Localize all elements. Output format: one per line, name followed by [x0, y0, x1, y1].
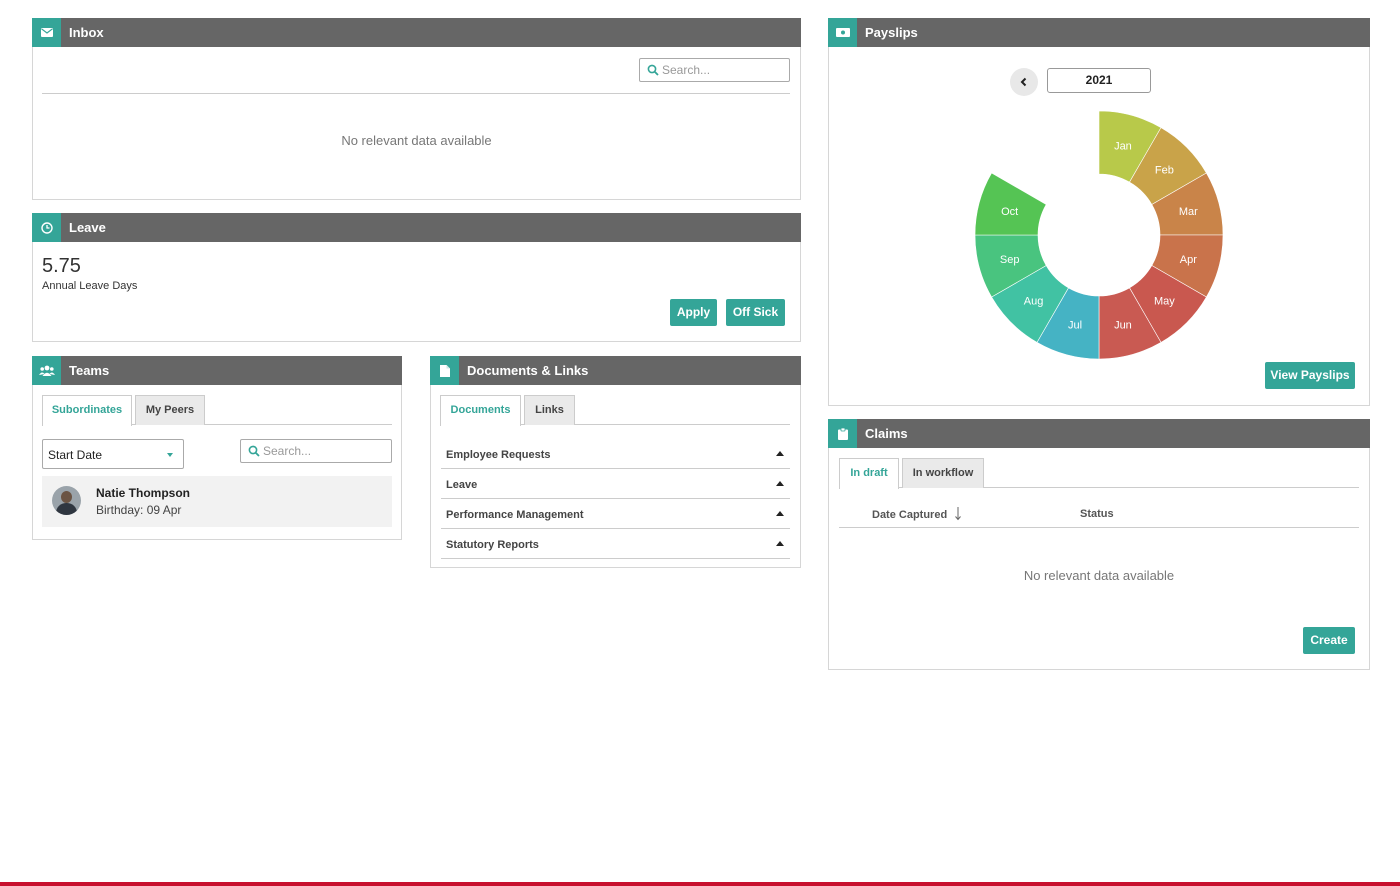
payslip-month-label: Jan	[1114, 141, 1132, 153]
accordion-label: Leave	[446, 479, 478, 491]
sort-select-value: Start Date	[48, 448, 103, 462]
tab-my-peers[interactable]: My Peers	[135, 395, 205, 425]
teams-panel: Teams Subordinates My Peers Start Date N…	[32, 356, 402, 540]
documents-tabs: Documents Links	[440, 395, 790, 426]
divider	[839, 527, 1359, 528]
payslips-panel: Payslips 2021 Jan Feb Mar Apr May Jun Jul Aug Se…	[828, 18, 1370, 406]
inbox-search-input[interactable]	[662, 62, 783, 78]
view-payslips-button[interactable]: View Payslips	[1265, 362, 1355, 389]
payslip-month-label: Jun	[1114, 319, 1132, 331]
previous-year-button[interactable]	[1010, 68, 1038, 96]
member-detail: Birthday: 09 Apr	[96, 503, 182, 517]
payslip-month-label: Feb	[1155, 165, 1174, 177]
payslip-month-label: Aug	[1024, 295, 1044, 307]
inbox-title: Inbox	[69, 25, 104, 40]
column-header-label: Date Captured	[872, 509, 948, 521]
tab-documents[interactable]: Documents	[440, 395, 521, 426]
leave-header: Leave	[32, 213, 801, 242]
teams-search-input[interactable]	[263, 443, 385, 459]
teams-search[interactable]	[240, 439, 392, 463]
claims-tabs: In draft In workflow	[839, 458, 1359, 489]
donut-hole	[1038, 174, 1160, 296]
claims-title: Claims	[865, 426, 908, 441]
accordion-employee-requests[interactable]: Employee Requests	[441, 439, 790, 469]
accordion-statutory-reports[interactable]: Statutory Reports	[441, 529, 790, 559]
teams-tabs: Subordinates My Peers	[42, 395, 392, 426]
apply-button[interactable]: Apply	[670, 299, 717, 326]
search-icon	[647, 64, 659, 76]
claims-panel: Claims In draft In workflow Date Capture…	[828, 419, 1370, 670]
clock-icon	[32, 213, 61, 242]
caret-up-icon	[776, 451, 784, 456]
payslip-month-label: May	[1154, 295, 1175, 307]
member-name: Natie Thompson	[96, 486, 191, 500]
accordion-label: Statutory Reports	[446, 539, 539, 551]
leave-panel: Leave 5.75 Annual Leave Days Apply Off S…	[32, 213, 801, 342]
payslips-header: Payslips	[828, 18, 1370, 47]
leave-balance-label: Annual Leave Days	[42, 280, 138, 292]
chevron-left-icon	[1020, 77, 1027, 87]
payslips-title: Payslips	[865, 25, 918, 40]
year-value: 2021	[1085, 73, 1113, 87]
sort-select[interactable]: Start Date	[42, 439, 184, 469]
claims-empty-text: No relevant data available	[1023, 568, 1175, 583]
inbox-empty-text: No relevant data available	[341, 133, 492, 148]
payslip-month-label: Jul	[1068, 319, 1082, 331]
sort-down-icon	[955, 507, 962, 521]
column-header-date-captured[interactable]: Date Captured	[872, 507, 962, 521]
documents-header: Documents & Links	[430, 356, 801, 385]
inbox-header: Inbox	[32, 18, 801, 47]
list-item[interactable]: Natie Thompson Birthday: 09 Apr	[42, 476, 392, 527]
documents-panel: Documents & Links Documents Links Employ…	[430, 356, 801, 568]
payslip-month-segment-oct[interactable]	[974, 172, 1047, 236]
create-button[interactable]: Create	[1303, 627, 1355, 654]
teams-header: Teams	[32, 356, 402, 385]
leave-title: Leave	[69, 220, 106, 235]
payslip-donut-chart: Jan Feb Mar Apr May Jun Jul Aug Sep Oct	[974, 110, 1224, 360]
accordion-performance-management[interactable]: Performance Management	[441, 499, 790, 529]
caret-up-icon	[776, 511, 784, 516]
chevron-down-icon	[167, 453, 173, 457]
column-header-status[interactable]: Status	[1080, 508, 1114, 520]
claims-header: Claims	[828, 419, 1370, 448]
tab-links[interactable]: Links	[524, 395, 575, 425]
tab-in-workflow[interactable]: In workflow	[902, 458, 984, 488]
document-icon	[430, 356, 459, 385]
off-sick-button[interactable]: Off Sick	[726, 299, 785, 326]
tab-in-draft[interactable]: In draft	[839, 458, 899, 489]
caret-up-icon	[776, 541, 784, 546]
accordion-label: Performance Management	[446, 509, 584, 521]
documents-title: Documents & Links	[467, 363, 589, 378]
clipboard-icon	[828, 419, 857, 448]
avatar	[52, 486, 81, 515]
users-icon	[32, 356, 61, 385]
payslip-month-label: Oct	[1001, 206, 1018, 218]
payslip-month-label: Sep	[1000, 254, 1020, 266]
accordion-label: Employee Requests	[446, 449, 551, 461]
payslip-month-label: Mar	[1179, 206, 1198, 218]
caret-up-icon	[776, 481, 784, 486]
inbox-search[interactable]	[639, 58, 790, 82]
inbox-panel: Inbox No relevant data available	[32, 18, 801, 200]
tab-subordinates[interactable]: Subordinates	[42, 395, 132, 426]
divider	[42, 93, 790, 94]
envelope-icon	[32, 18, 61, 47]
search-icon	[248, 445, 260, 457]
leave-balance-value: 5.75	[42, 255, 81, 277]
teams-title: Teams	[69, 363, 110, 378]
year-field[interactable]: 2021	[1047, 68, 1151, 93]
payslip-month-label: Apr	[1180, 254, 1197, 266]
money-icon	[828, 18, 857, 47]
accordion-leave[interactable]: Leave	[441, 469, 790, 499]
footer-bar	[0, 882, 1400, 886]
